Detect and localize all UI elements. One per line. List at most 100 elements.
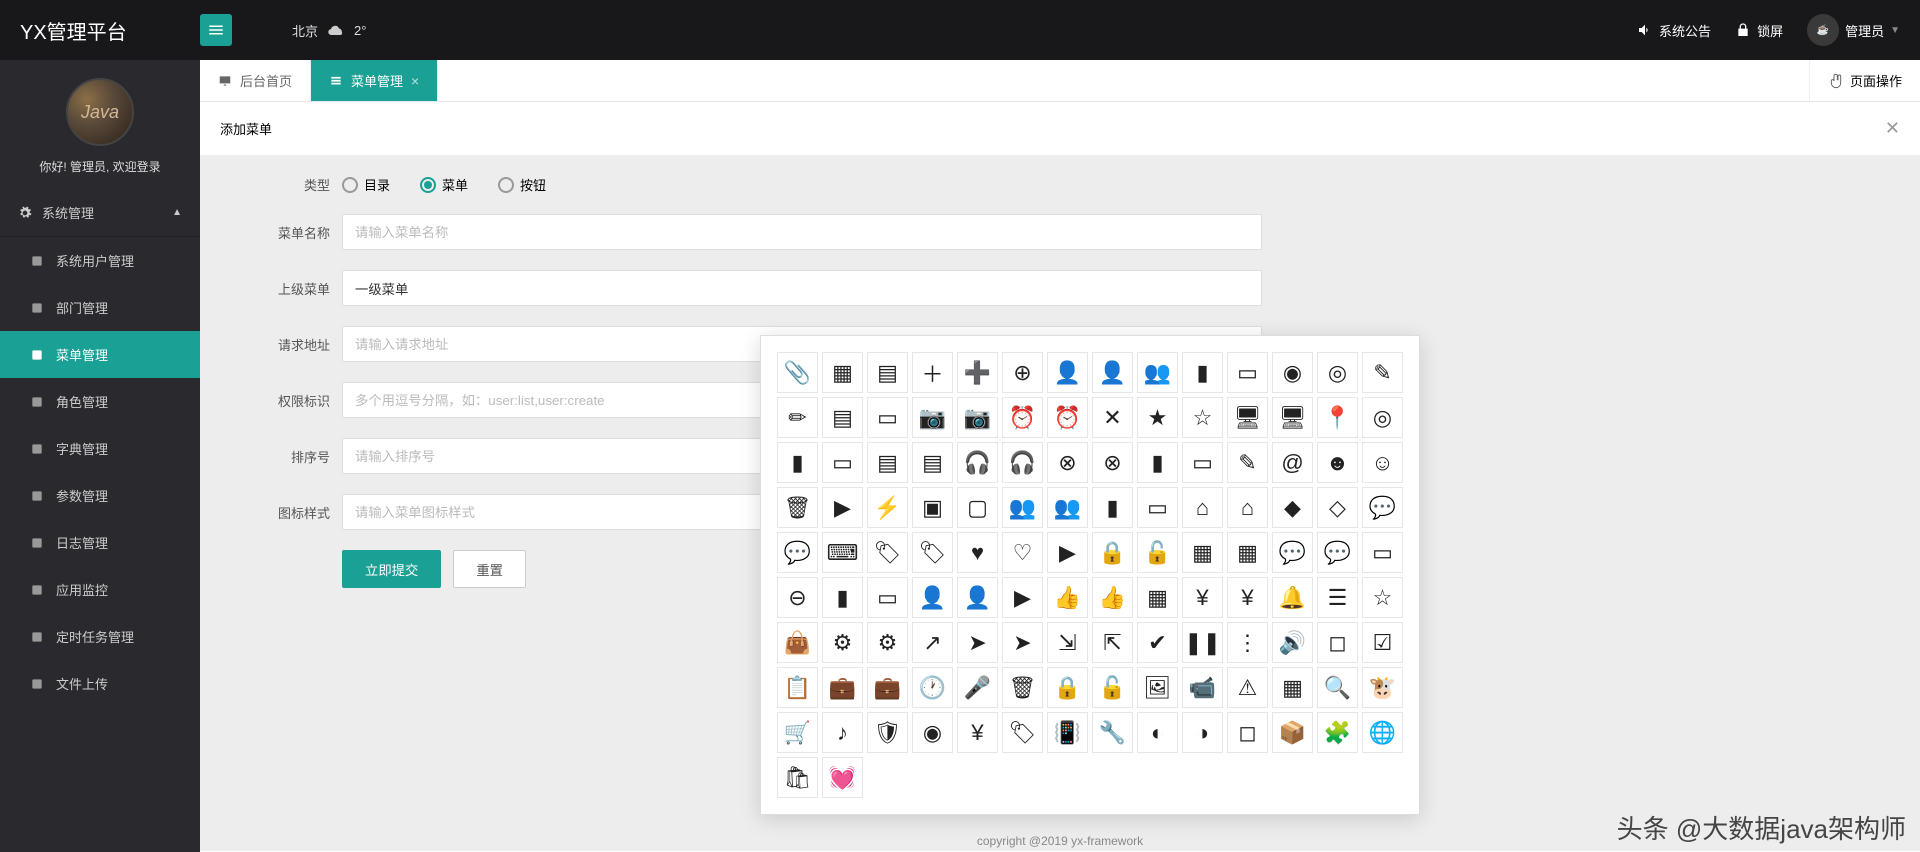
icon-option-target[interactable]: ◉ (912, 712, 953, 753)
icon-option-card[interactable]: ▭ (1227, 352, 1268, 393)
icon-option-chat-dots[interactable]: 💬 (777, 532, 818, 573)
icon-option-gear[interactable]: ⚙ (867, 622, 908, 663)
icon-option-doc[interactable]: ▭ (867, 577, 908, 618)
icon-option-expand[interactable]: ⇱ (1092, 622, 1133, 663)
icon-option-app-fill[interactable]: ▦ (1182, 532, 1223, 573)
icon-option-app[interactable]: ▦ (1227, 532, 1268, 573)
icon-option-date[interactable]: ▤ (867, 352, 908, 393)
icon-option-gear-fill[interactable]: ⚙ (822, 622, 863, 663)
icon-option-smile-fill[interactable]: ☻ (1317, 442, 1358, 483)
icon-option-star[interactable]: ☆ (1182, 397, 1223, 438)
icon-option-tv[interactable]: ▶ (1047, 532, 1088, 573)
icon-option-group[interactable]: 👥 (1047, 487, 1088, 528)
icon-option-play[interactable]: ▶ (1002, 577, 1043, 618)
icon-option-lock-fill[interactable]: 🔒 (1092, 532, 1133, 573)
icon-option-desktop[interactable]: 🖥 (1272, 397, 1313, 438)
icon-option-tag-fill[interactable]: 🏷 (867, 532, 908, 573)
icon-option-bookmark[interactable]: ☆ (1362, 577, 1403, 618)
icon-option-camera-fill[interactable]: 📷 (912, 397, 953, 438)
icon-option-heart-fill[interactable]: ♥ (957, 532, 998, 573)
icon-option-diamond-fill[interactable]: ◆ (1272, 487, 1313, 528)
icon-option-home-fill[interactable]: ⌂ (1182, 487, 1223, 528)
icon-option-home[interactable]: ⌂ (1227, 487, 1268, 528)
icon-option-camera[interactable]: 📷 (957, 397, 998, 438)
icon-option-heart[interactable]: ♡ (1002, 532, 1043, 573)
user-menu[interactable]: ☕ 管理员 ▼ (1807, 14, 1900, 46)
icon-option-text-fill[interactable]: ▤ (867, 442, 908, 483)
icon-option-share[interactable]: ↗ (912, 622, 953, 663)
menu-group-system[interactable]: 系统管理 ▲ (0, 189, 200, 237)
icon-option-alarm-fill[interactable]: ⏰ (1002, 397, 1043, 438)
sidebar-item-9[interactable]: 文件上传 (0, 660, 200, 707)
icon-option-location-o[interactable]: ◎ (1362, 397, 1403, 438)
icon-option-check-box[interactable]: ☑ (1362, 622, 1403, 663)
sidebar-item-6[interactable]: 日志管理 (0, 519, 200, 566)
icon-option-minus-circle[interactable]: ⊖ (777, 577, 818, 618)
icon-option-trash-o[interactable]: 🗑 (1002, 667, 1043, 708)
icon-option-more[interactable]: ⋮ (1227, 622, 1268, 663)
icon-option-crop-tool[interactable]: ◻ (1317, 622, 1358, 663)
icon-option-chat-dots-fill[interactable]: 💬 (1362, 487, 1403, 528)
menu-name-input[interactable] (342, 214, 1262, 250)
icon-option-group-fill[interactable]: 👥 (1002, 487, 1043, 528)
icon-option-mask[interactable]: ◑ (1182, 712, 1223, 753)
icon-option-money-fill[interactable]: ¥ (1182, 577, 1223, 618)
icon-option-music[interactable]: ♪ (822, 712, 863, 753)
icon-option-chat-fill[interactable]: 💬 (1272, 532, 1313, 573)
icon-option-globe[interactable]: 🌐 (1362, 712, 1403, 753)
panel-close-button[interactable]: ✕ (1885, 118, 1900, 139)
icon-option-bull[interactable]: 🐮 (1362, 667, 1403, 708)
icon-option-user-add[interactable]: 👤 (1092, 352, 1133, 393)
icon-option-id-fill[interactable]: ▮ (1092, 487, 1133, 528)
parent-select[interactable] (342, 270, 1262, 306)
icon-option-next[interactable]: ▶ (822, 487, 863, 528)
icon-option-headset[interactable]: 🎧 (1002, 442, 1043, 483)
icon-option-shrink[interactable]: ⇲ (1047, 622, 1088, 663)
icon-option-lock[interactable]: 🔓 (1137, 532, 1178, 573)
icon-option-error-fill[interactable]: ⊗ (1047, 442, 1088, 483)
sidebar-item-3[interactable]: 角色管理 (0, 378, 200, 425)
type-radio-1[interactable]: 菜单 (420, 175, 468, 194)
icon-option-star-fill[interactable]: ★ (1137, 397, 1178, 438)
icon-option-briefcase[interactable]: 💼 (867, 667, 908, 708)
icon-option-warn[interactable]: ⚠ (1227, 667, 1268, 708)
icon-option-at[interactable]: @ (1272, 442, 1313, 483)
icon-option-diamond[interactable]: ◇ (1317, 487, 1358, 528)
icon-option-crop-fill[interactable]: ▣ (912, 487, 953, 528)
icon-option-user-add-fill[interactable]: 👤 (1047, 352, 1088, 393)
icon-option-clock[interactable]: 🕐 (912, 667, 953, 708)
type-radio-2[interactable]: 按钮 (498, 175, 546, 194)
icon-option-chat[interactable]: 💬 (1317, 532, 1358, 573)
icon-option-cart[interactable]: 🛒 (777, 712, 818, 753)
icon-option-box[interactable]: 📦 (1272, 712, 1313, 753)
icon-option-alarm[interactable]: ⏰ (1047, 397, 1088, 438)
close-icon[interactable]: × (411, 73, 419, 89)
icon-option-write[interactable]: ✎ (1227, 442, 1268, 483)
sidebar-item-7[interactable]: 应用监控 (0, 566, 200, 613)
icon-option-doc-fill[interactable]: ▮ (822, 577, 863, 618)
icon-option-layout[interactable]: ▦ (1272, 667, 1313, 708)
icon-option-qr[interactable]: ▦ (1137, 577, 1178, 618)
icon-option-send[interactable]: ➤ (1002, 622, 1043, 663)
lock-screen-link[interactable]: 锁屏 (1735, 21, 1783, 40)
icon-option-list-fill[interactable]: ▤ (822, 397, 863, 438)
icon-option-user-fill[interactable]: 👤 (912, 577, 953, 618)
icon-option-wrench[interactable]: 🔧 (1092, 712, 1133, 753)
menu-toggle-button[interactable] (200, 14, 232, 46)
icon-option-box-o[interactable]: ◻ (1227, 712, 1268, 753)
page-actions[interactable]: 页面操作 (1809, 60, 1920, 101)
icon-option-mask-fill[interactable]: ◐ (1137, 712, 1178, 753)
icon-option-eye-fill[interactable]: ◉ (1272, 352, 1313, 393)
icon-option-check-fill[interactable]: ✔ (1137, 622, 1178, 663)
icon-option-keyboard[interactable]: ⌨ (822, 532, 863, 573)
icon-option-thumb-fill[interactable]: 👍 (1047, 577, 1088, 618)
icon-option-yen[interactable]: ¥ (957, 712, 998, 753)
sidebar-item-8[interactable]: 定时任务管理 (0, 613, 200, 660)
icon-option-pause[interactable]: ❚❚ (1182, 622, 1223, 663)
icon-option-calendar[interactable]: ▦ (822, 352, 863, 393)
tab-menu-manage[interactable]: 菜单管理 × (311, 60, 438, 101)
icon-option-shop[interactable]: 🛍 (777, 757, 818, 798)
icon-option-image[interactable]: 🖼 (1137, 667, 1178, 708)
sidebar-item-4[interactable]: 字典管理 (0, 425, 200, 472)
icon-option-smile[interactable]: ☺ (1362, 442, 1403, 483)
